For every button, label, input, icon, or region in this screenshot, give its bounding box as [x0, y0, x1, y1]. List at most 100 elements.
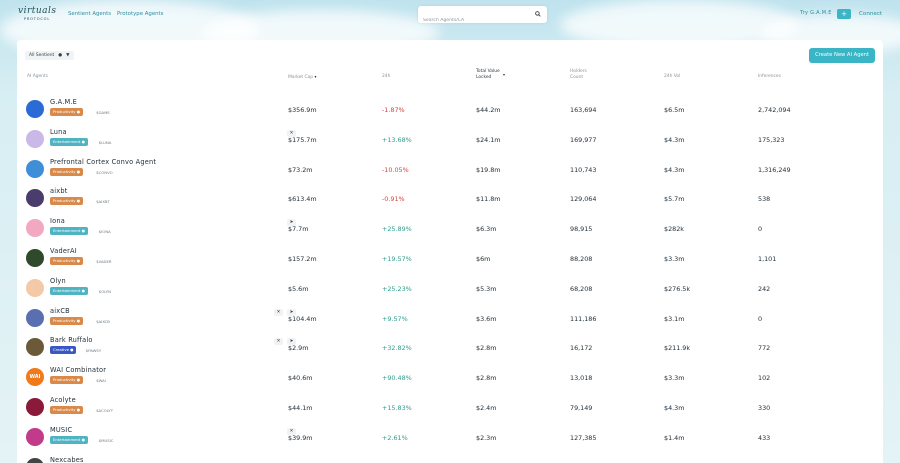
agent-name[interactable]: MUSIC	[50, 426, 72, 434]
avatar[interactable]	[26, 219, 44, 238]
vol-cell: $3.3m	[664, 374, 685, 383]
connect-button[interactable]: Connect	[859, 11, 882, 17]
table-row[interactable]: Bark Ruffalo Creative ● $PAWSY ✕ ➤ $2.9m +32.8…	[17, 333, 883, 363]
vol-cell: $276.5k	[664, 284, 691, 293]
logo[interactable]: virtuals PROTOCOL	[18, 6, 56, 24]
x-icon[interactable]: ✕	[274, 308, 283, 316]
avatar[interactable]	[26, 338, 44, 357]
avatar[interactable]	[26, 308, 44, 327]
agent-name[interactable]: Prefrontal Cortex Convo Agent	[50, 158, 156, 166]
holders-cell: 16,172	[570, 344, 593, 353]
table-row[interactable]: Prefrontal Cortex Convo Agent Productivit…	[17, 155, 883, 185]
agent-name[interactable]: WAI Combinator	[50, 366, 106, 374]
inferences-cell: 330	[758, 404, 771, 412]
plus-button[interactable]: +	[837, 9, 851, 19]
avatar[interactable]	[26, 398, 44, 416]
inferences-cell: 0	[758, 225, 763, 234]
avatar[interactable]	[26, 189, 44, 208]
nav-prototype-agents[interactable]: Prototype Agents	[117, 11, 163, 17]
agent-name[interactable]: aixCB	[50, 307, 70, 315]
avatar[interactable]	[26, 457, 44, 463]
avatar[interactable]: WAI	[26, 368, 44, 387]
agent-name[interactable]: Acolyte	[50, 396, 76, 404]
table-row[interactable]: MUSIC Entertainment ● $MUSIC ✕ $39.9m +2.61% $…	[17, 423, 883, 453]
market-cap-cell: $73.2m	[288, 165, 313, 174]
x-icon[interactable]: ✕	[274, 338, 283, 346]
holders-cell: 111,186	[570, 314, 597, 323]
agent-name[interactable]: Bark Ruffalo	[50, 336, 93, 344]
category-badge: Productivity ●	[50, 167, 84, 176]
vol-cell: $211.9k	[664, 344, 691, 353]
change-cell: -0.91%	[382, 195, 405, 204]
logo-subtitle: PROTOCOL	[23, 17, 51, 21]
table-row[interactable]: aixbt Productivity ● $AIXBT $613.4m -0.91% $1…	[17, 184, 883, 214]
tvl-cell: $24.1m	[476, 135, 501, 144]
holders-cell: 98,915	[570, 225, 593, 234]
tvl-cell: $2.8m	[476, 344, 497, 353]
user-icon: ●	[58, 53, 63, 58]
tvl-cell: $2.4m	[476, 404, 497, 412]
nav-sentient-agents[interactable]: Sentient Agents	[68, 11, 111, 17]
table-row[interactable]: Luna Entertainment ● $LUNA ✕ $175.7m +13.68% $…	[17, 125, 883, 155]
tvl-cell: $44.2m	[476, 106, 501, 114]
table-row[interactable]: Nexcabes	[17, 453, 883, 463]
table-row[interactable]: G.A.M.E Productivity ● $GAME $356.9m -1.87% $…	[17, 95, 883, 125]
vol-cell: $5.7m	[664, 195, 685, 204]
agent-name[interactable]: Luna	[50, 128, 67, 136]
agent-name[interactable]: aixbt	[50, 187, 68, 195]
agent-name[interactable]: G.A.M.E	[50, 98, 77, 106]
create-agent-button[interactable]: Create New AI Agent	[809, 48, 875, 63]
col-change[interactable]: 24h	[382, 74, 390, 80]
search-icon[interactable]	[535, 11, 541, 17]
tvl-cell: $6m	[476, 255, 491, 263]
vol-cell: $6.5m	[664, 106, 685, 114]
agents-panel: All Sentient ● ▼ Create New AI Agent AI …	[17, 40, 883, 463]
try-game-button[interactable]: Try G.A.M.E	[800, 10, 832, 16]
ticker-label: $AIXCB	[96, 318, 110, 324]
agent-name[interactable]: Nexcabes	[50, 456, 84, 463]
inferences-cell: 433	[758, 433, 771, 442]
market-cap-cell: $356.9m	[288, 106, 317, 114]
category-badge: Productivity ●	[50, 376, 84, 385]
ticker-label: $LUNA	[98, 139, 112, 145]
table-row[interactable]: Iona Entertainment ● $IONA ➤ $7.7m +25.89% $6.…	[17, 214, 883, 244]
inferences-cell: 538	[758, 195, 771, 204]
avatar[interactable]	[26, 249, 44, 267]
filter-dropdown[interactable]: All Sentient ● ▼	[25, 51, 74, 60]
agent-name[interactable]: Iona	[50, 217, 65, 225]
avatar[interactable]	[26, 100, 44, 118]
table-row[interactable]: WAI WAI Combinator Productivity ● $WAI $40.6…	[17, 363, 883, 393]
col-market-cap[interactable]: Market Cap ▾	[288, 74, 316, 81]
col-holders[interactable]: Holders Count	[570, 69, 587, 81]
ticker-label: $AIXBT	[96, 199, 110, 205]
col-vol[interactable]: 24h Vol	[664, 74, 680, 80]
agent-name[interactable]: VaderAI	[50, 247, 77, 255]
col-tvl[interactable]: Total Value Locked ▾	[476, 69, 505, 81]
market-cap-cell: $613.4m	[288, 195, 317, 204]
avatar[interactable]	[26, 278, 44, 297]
avatar[interactable]	[26, 159, 44, 178]
ticker-label: $ACOLYT	[96, 408, 114, 413]
agent-name[interactable]: Olyn	[50, 277, 66, 285]
tvl-cell: $6.3m	[476, 225, 497, 234]
market-cap-cell: $2.9m	[288, 344, 309, 353]
ticker-label: $VADER	[96, 259, 112, 264]
search-input[interactable]	[418, 12, 528, 29]
avatar[interactable]	[26, 427, 44, 446]
table-row[interactable]: Olyn Entertainment ● $OLYN $5.6m +25.23% $5.3…	[17, 274, 883, 304]
table-row[interactable]: aixCB Productivity ● $AIXCB ✕ ➤ $104.4m +9.57%…	[17, 304, 883, 334]
vol-cell: $4.3m	[664, 165, 685, 174]
category-badge: Entertainment ●	[50, 227, 88, 236]
holders-cell: 68,208	[570, 284, 593, 293]
table-row[interactable]: Acolyte Productivity ● $ACOLYT $44.1m +15.83…	[17, 393, 883, 423]
market-cap-cell: $7.7m	[288, 225, 309, 234]
market-cap-cell: $5.6m	[288, 284, 309, 293]
inferences-cell: 0	[758, 314, 763, 323]
change-cell: +15.83%	[382, 404, 412, 412]
avatar[interactable]	[26, 129, 44, 148]
ticker-label: $CONVO	[96, 169, 113, 175]
col-inferences[interactable]: Inferences	[758, 74, 781, 80]
category-badge: Productivity ●	[50, 197, 84, 206]
table-row[interactable]: VaderAI Productivity ● $VADER $157.2m +19.57…	[17, 244, 883, 274]
category-badge: Entertainment ●	[50, 286, 88, 295]
